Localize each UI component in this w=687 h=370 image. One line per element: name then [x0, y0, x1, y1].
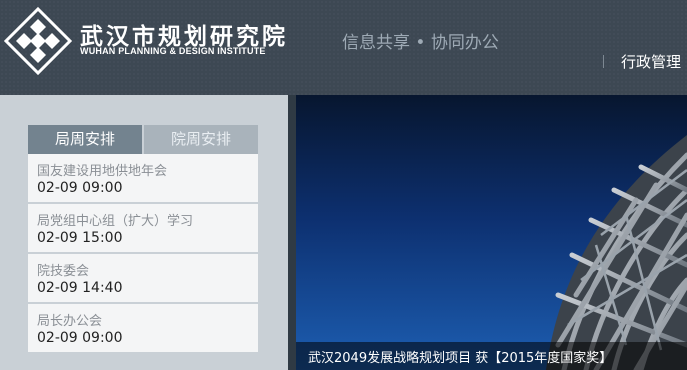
- schedule-tabs: 局周安排 院周安排: [28, 125, 258, 154]
- schedule-panel: 局周安排 院周安排 国友建设用地供地年会 02-09 09:00 局党组中心组（…: [0, 95, 288, 370]
- featured-banner[interactable]: 武汉2049发展战略规划项目 获【2015年度国家奖】: [296, 95, 687, 370]
- header: 武汉市规划研究院 WUHAN PLANNING & DESIGN INSTITU…: [0, 0, 687, 95]
- banner-caption-bar: 武汉2049发展战略规划项目 获【2015年度国家奖】: [296, 342, 687, 370]
- schedule-title: 局长办公会: [37, 314, 103, 329]
- list-item[interactable]: 国友建设用地供地年会 02-09 09:00: [28, 154, 258, 202]
- schedule-list: 国友建设用地供地年会 02-09 09:00 局党组中心组（扩大）学习 02-0…: [28, 154, 258, 354]
- stadium-image: [546, 135, 687, 370]
- schedule-title: 局党组中心组（扩大）学习: [37, 214, 194, 229]
- nav-separator: [603, 55, 604, 68]
- schedule-time: 02-09 15:00: [37, 230, 123, 246]
- institute-logo-icon[interactable]: [4, 7, 72, 75]
- list-item[interactable]: 院技委会 02-09 14:40: [28, 254, 258, 302]
- list-item[interactable]: 局党组中心组（扩大）学习 02-09 15:00: [28, 204, 258, 252]
- tab-bureau-schedule[interactable]: 局周安排: [28, 125, 142, 154]
- schedule-time: 02-09 09:00: [37, 330, 123, 346]
- schedule-time: 02-09 14:40: [37, 280, 123, 296]
- panel-divider: [288, 95, 296, 370]
- schedule-time: 02-09 09:00: [37, 180, 123, 196]
- slogan: 信息共享 • 协同办公: [342, 33, 499, 53]
- banner-caption[interactable]: 武汉2049发展战略规划项目 获【2015年度国家奖】: [308, 347, 612, 366]
- list-item[interactable]: 局长办公会 02-09 09:00: [28, 304, 258, 352]
- schedule-title: 院技委会: [37, 264, 90, 279]
- nav-item-admin[interactable]: 行政管理: [621, 51, 681, 72]
- org-name-en: WUHAN PLANNING & DESIGN INSTITUTE: [80, 46, 266, 56]
- tab-institute-schedule[interactable]: 院周安排: [144, 125, 258, 154]
- schedule-title: 国友建设用地供地年会: [37, 164, 168, 179]
